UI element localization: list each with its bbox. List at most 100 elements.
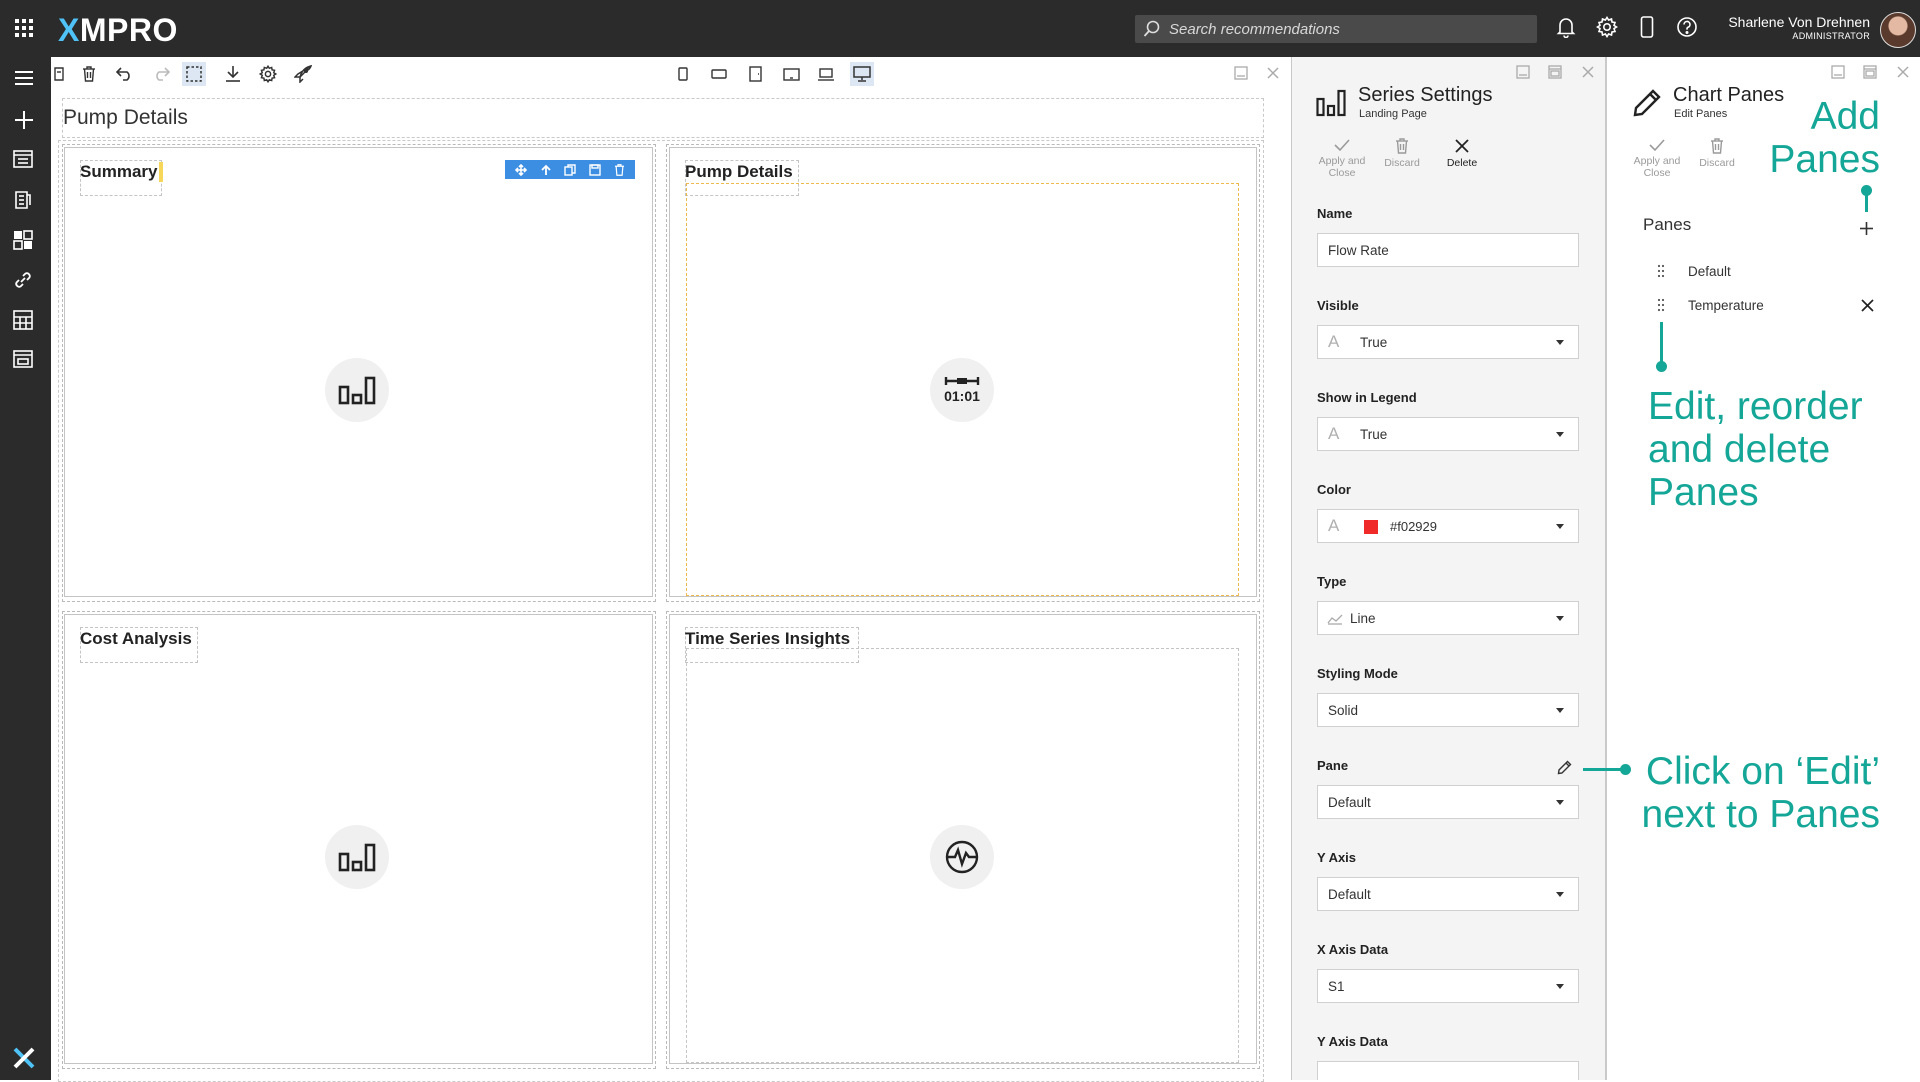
window-icon[interactable] xyxy=(13,350,33,368)
delete-button[interactable]: Delete xyxy=(1432,138,1492,169)
chevron-down-icon xyxy=(1556,432,1564,437)
xmpro-logo[interactable]: XMPRO xyxy=(58,12,178,49)
card-title-cost-analysis[interactable]: Cost Analysis xyxy=(80,629,192,649)
card-title-summary[interactable]: Summary xyxy=(80,162,157,182)
search-box[interactable] xyxy=(1135,15,1537,43)
help-icon[interactable] xyxy=(1676,16,1698,38)
minimize-icon[interactable] xyxy=(1831,65,1845,79)
delete-icon[interactable] xyxy=(614,163,625,176)
pencil-icon[interactable] xyxy=(1557,760,1572,775)
gear-icon[interactable] xyxy=(1596,16,1618,38)
maximize-icon[interactable] xyxy=(1548,65,1562,79)
apply-and-close-button[interactable]: Apply and Close xyxy=(1312,138,1372,179)
hamburger-icon[interactable] xyxy=(13,69,35,87)
copy-icon[interactable] xyxy=(564,163,577,176)
phone-icon[interactable] xyxy=(1640,16,1654,38)
y-axis-select[interactable]: Default xyxy=(1317,877,1579,911)
phone-landscape-icon[interactable] xyxy=(707,62,731,86)
add-pane-button[interactable] xyxy=(1859,221,1874,236)
designer-toolbar xyxy=(51,57,1291,89)
card-title-pump-details[interactable]: Pump Details xyxy=(685,162,793,182)
trash-icon xyxy=(1396,138,1408,154)
pane-item-temperature[interactable]: Temperature xyxy=(1688,298,1764,313)
plus-icon[interactable] xyxy=(13,109,35,131)
laptop-icon[interactable] xyxy=(814,62,838,86)
chevron-down-icon xyxy=(1556,524,1564,529)
user-role: ADMINISTRATOR xyxy=(1792,31,1870,41)
bell-icon[interactable] xyxy=(1556,16,1576,38)
visible-select[interactable]: A True xyxy=(1317,325,1579,359)
pane-label: Pane xyxy=(1317,758,1349,773)
settings-icon[interactable] xyxy=(256,62,280,86)
drag-handle-icon[interactable] xyxy=(1657,264,1665,278)
chevron-down-icon xyxy=(1556,616,1564,621)
remove-pane-icon[interactable] xyxy=(1861,299,1874,312)
calculator-icon[interactable] xyxy=(13,310,33,330)
styling-mode-select[interactable]: Solid xyxy=(1317,693,1579,727)
avatar[interactable] xyxy=(1880,12,1916,48)
drag-handle-icon[interactable] xyxy=(1657,298,1665,312)
pane-item-default[interactable]: Default xyxy=(1688,264,1731,279)
page-title-container[interactable] xyxy=(62,98,1264,138)
tablet-portrait-icon[interactable] xyxy=(743,62,767,86)
color-swatch[interactable] xyxy=(1364,520,1378,534)
xmpro-logo-icon[interactable] xyxy=(13,1047,35,1069)
document-icon[interactable] xyxy=(13,190,33,210)
select-icon[interactable] xyxy=(182,62,206,86)
annotation-edit-reorder: Edit, reorder and delete Panes xyxy=(1648,385,1863,514)
chevron-down-icon xyxy=(1556,892,1564,897)
chevron-down-icon xyxy=(1556,340,1564,345)
bar-chart-icon xyxy=(325,358,389,422)
link-icon[interactable] xyxy=(13,270,33,290)
bar-chart-icon xyxy=(325,825,389,889)
expression-icon[interactable]: A xyxy=(1328,516,1339,536)
svg-text:01:01: 01:01 xyxy=(944,388,980,404)
annotation-click-edit: Click on ‘Edit’ next to Panes xyxy=(1641,750,1881,836)
annotation-add-panes: Add Panes xyxy=(1769,95,1880,181)
close-icon[interactable] xyxy=(1266,66,1280,80)
discard-button[interactable]: Discard xyxy=(1372,138,1432,169)
move-icon[interactable] xyxy=(515,163,528,176)
save-icon[interactable] xyxy=(47,62,71,86)
search-icon xyxy=(1143,20,1161,38)
dashboard-icon[interactable] xyxy=(13,230,33,250)
name-input[interactable]: Flow Rate xyxy=(1317,233,1579,267)
trash-icon xyxy=(1711,138,1723,154)
name-label: Name xyxy=(1317,206,1353,221)
apply-and-close-button[interactable]: Apply and Close xyxy=(1627,138,1687,179)
color-select[interactable]: A #f02929 xyxy=(1317,509,1579,543)
card-title-time-series-insights[interactable]: Time Series Insights xyxy=(685,629,850,649)
desktop-icon[interactable] xyxy=(850,62,874,86)
type-select[interactable]: Line xyxy=(1317,601,1579,635)
rocket-icon[interactable] xyxy=(291,62,315,86)
user-name[interactable]: Sharlene Von Drehnen xyxy=(1700,14,1870,30)
show-in-legend-label: Show in Legend xyxy=(1317,390,1417,405)
check-icon xyxy=(1649,139,1665,152)
tablet-landscape-icon[interactable] xyxy=(779,62,803,86)
save-icon[interactable] xyxy=(589,163,601,176)
undo-icon[interactable] xyxy=(113,62,137,86)
delete-icon[interactable] xyxy=(77,62,101,86)
arrow-up-icon[interactable] xyxy=(540,164,552,176)
download-icon[interactable] xyxy=(221,62,245,86)
pulse-icon xyxy=(930,825,994,889)
apps-grid-icon[interactable] xyxy=(14,18,34,38)
minimize-icon[interactable] xyxy=(1234,66,1248,80)
search-input[interactable] xyxy=(1169,15,1529,43)
redo-icon[interactable] xyxy=(149,62,173,86)
minimize-icon[interactable] xyxy=(1516,65,1530,79)
maximize-icon[interactable] xyxy=(1863,65,1877,79)
expression-icon[interactable]: A xyxy=(1328,424,1339,444)
x-axis-data-select[interactable]: S1 xyxy=(1317,969,1579,1003)
close-icon[interactable] xyxy=(1896,65,1910,79)
show-in-legend-select[interactable]: A True xyxy=(1317,417,1579,451)
phone-portrait-icon[interactable] xyxy=(671,62,695,86)
discard-button[interactable]: Discard xyxy=(1687,138,1747,169)
pencil-icon xyxy=(1632,88,1662,118)
app-list-icon[interactable] xyxy=(13,150,33,168)
y-axis-data-select[interactable] xyxy=(1317,1061,1579,1080)
close-icon[interactable] xyxy=(1581,65,1595,79)
pane-select[interactable]: Default xyxy=(1317,785,1579,819)
expression-icon[interactable]: A xyxy=(1328,332,1339,352)
page-title[interactable]: Pump Details xyxy=(63,106,188,130)
